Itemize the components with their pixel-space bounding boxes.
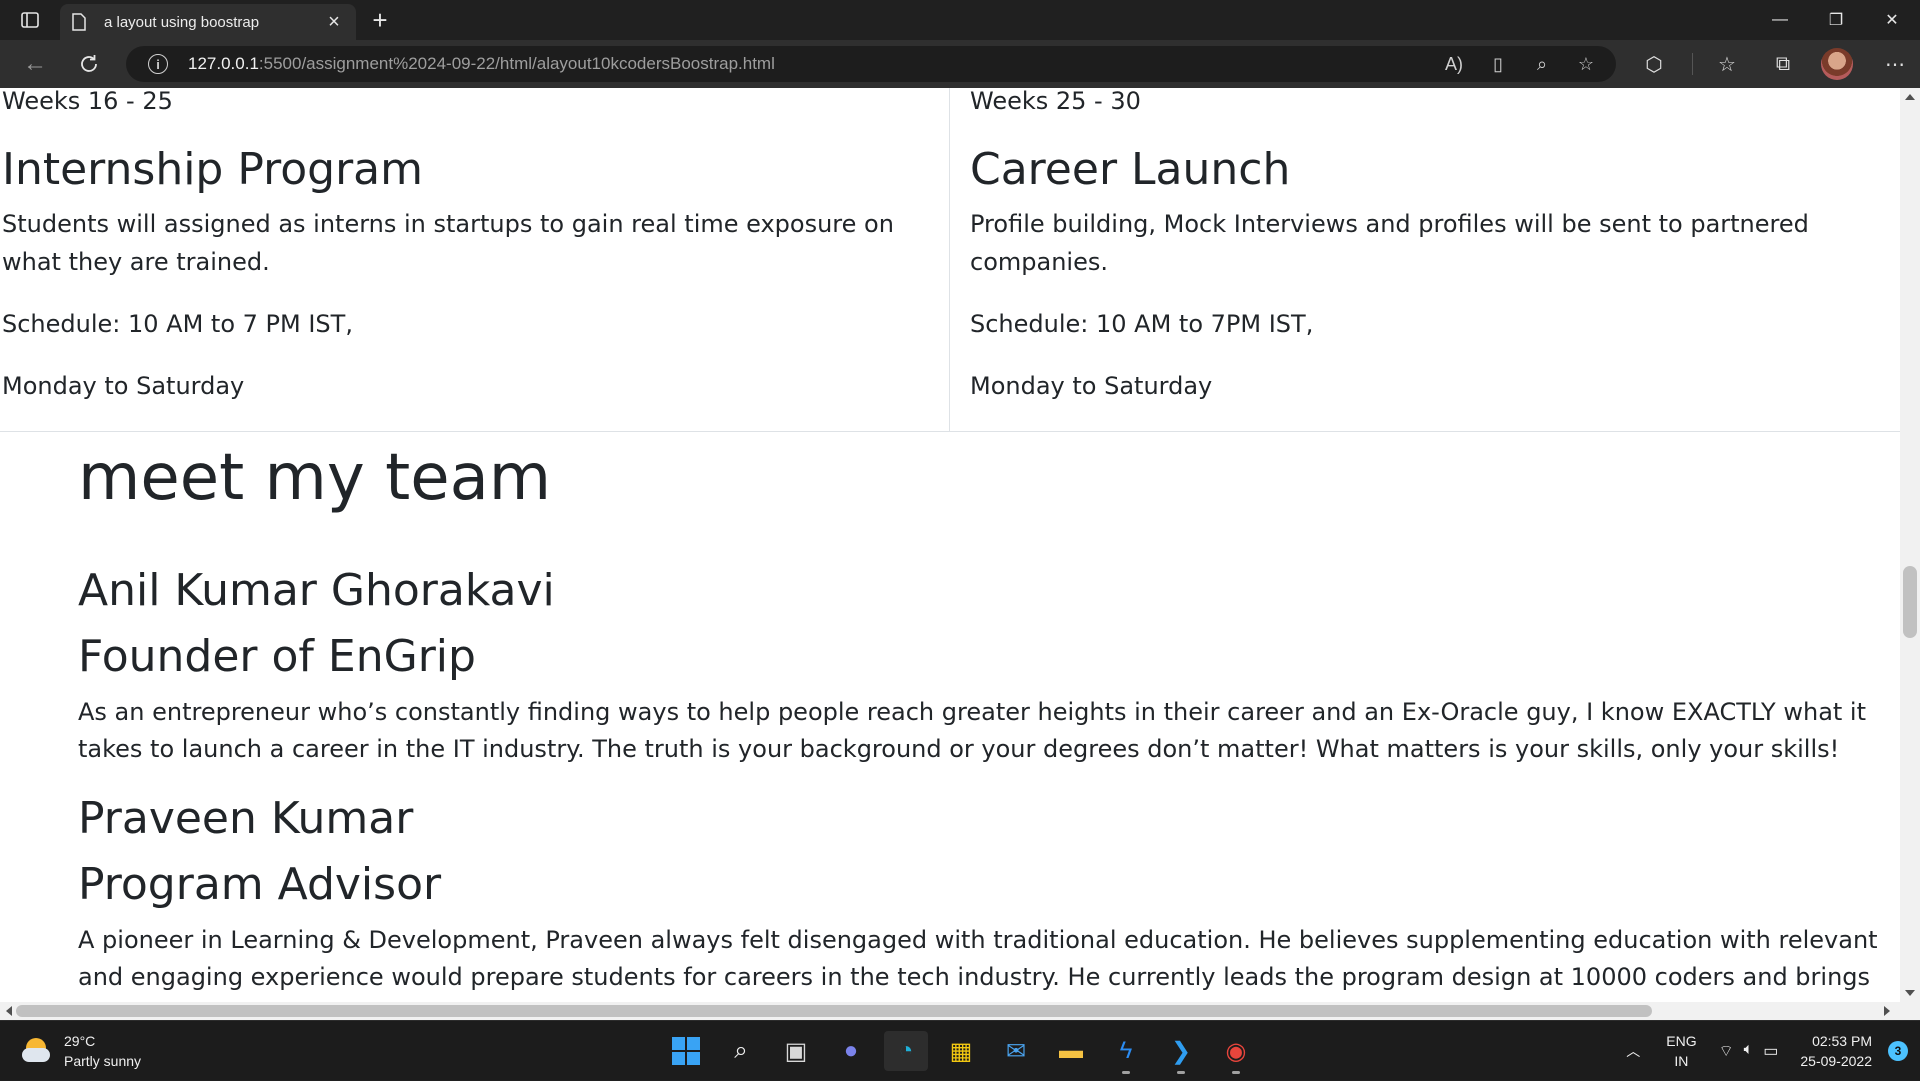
team-heading: meet my team (78, 441, 552, 515)
column-heading: Career Launch (970, 144, 1291, 195)
volume-icon: 🔈︎ (1743, 1041, 1754, 1058)
omnibox-actions: A) ▯ ⌕ ☆ (1442, 52, 1598, 76)
browser-toolbar: ⬡ ☆ ⧉ ⋯ (1636, 48, 1920, 80)
career-launch-column: Weeks 25 - 30 Career Launch Profile buil… (968, 88, 1900, 432)
restore-icon[interactable]: ❐ (1808, 0, 1864, 40)
scroll-right-arrow-icon[interactable] (1884, 1006, 1890, 1016)
partly-sunny-icon (22, 1036, 52, 1066)
weather-widget[interactable]: 29°C Partly sunny (22, 1031, 141, 1071)
start-button[interactable] (664, 1031, 708, 1071)
chrome-icon[interactable]: ◉ (1214, 1031, 1258, 1074)
site-info-icon[interactable]: i (148, 54, 168, 74)
back-arrow-icon[interactable]: ← (20, 50, 50, 78)
days-text: Monday to Saturday (2, 372, 245, 400)
member-role: Program Advisor (78, 859, 442, 910)
team-member: Praveen Kumar Program Advisor A pioneer … (78, 786, 1878, 1002)
close-window-icon[interactable]: ✕ (1864, 0, 1920, 40)
member-name: Praveen Kumar (78, 793, 414, 844)
team-section: meet my team Anil Kumar Ghorakavi Founde… (78, 440, 1878, 1002)
horizontal-scrollbar[interactable] (0, 1002, 1920, 1020)
days-text: Monday to Saturday (970, 372, 1213, 400)
close-tab-icon[interactable]: × (324, 11, 344, 33)
toolbar-divider (1692, 53, 1693, 75)
taskbar-apps: ⌕ ▣ ● ◔ ▦ ✉ ▬ ϟ ❯ ◉ (664, 1031, 1269, 1074)
favorites-icon[interactable]: ☆ (1709, 48, 1745, 80)
schedule-text: Schedule: 10 AM to 7 PM IST, (2, 310, 353, 338)
scroll-left-arrow-icon[interactable] (6, 1006, 12, 1016)
document-icon (72, 13, 90, 31)
address-toolbar: ← i 127.0.0.1:5500/assignment%2024-09-22… (0, 40, 1920, 88)
scroll-down-arrow-icon[interactable] (1905, 990, 1915, 996)
taskbar: 29°C Partly sunny ⌕ ▣ ● ◔ ▦ ✉ ▬ ϟ ❯ ◉ ︿ … (0, 1020, 1920, 1080)
tab-title: a layout using boostrap (104, 13, 260, 31)
edge-browser-icon[interactable]: ◔ (884, 1031, 928, 1071)
vscode-icon[interactable]: ❯ (1159, 1031, 1203, 1074)
system-tray: ︿ ENG IN ⌔ 🔈︎ ▭ 02:53 PM 25-09-2022 3 (1626, 1021, 1920, 1081)
weather-desc: Partly sunny (64, 1053, 142, 1069)
language-indicator[interactable]: ENG IN (1666, 1031, 1696, 1071)
column-heading: Internship Program (2, 144, 423, 195)
weeks-label: Weeks 16 - 25 (2, 88, 173, 115)
team-member: Anil Kumar Ghorakavi Founder of EnGrip A… (78, 558, 1878, 768)
language-code: ENG (1666, 1033, 1697, 1049)
windows-logo-icon (672, 1037, 700, 1065)
wifi-icon: ⌔ (1718, 1043, 1734, 1060)
notification-badge[interactable]: 3 (1888, 1041, 1908, 1061)
schedule-text: Schedule: 10 AM to 7PM IST, (970, 310, 1314, 338)
clock-time: 02:53 PM (1812, 1033, 1872, 1049)
member-bio: As an entrepreneur who’s constantly find… (78, 698, 1867, 763)
immersive-reader-icon[interactable]: ▯ (1486, 52, 1510, 76)
vertical-scroll-thumb[interactable] (1903, 566, 1917, 638)
scroll-up-arrow-icon[interactable] (1905, 94, 1915, 100)
battery-icon: ▭ (1763, 1043, 1779, 1060)
url-field[interactable]: i 127.0.0.1:5500/assignment%2024-09-22/h… (126, 46, 1616, 82)
power-automate-icon[interactable]: ϟ (1104, 1031, 1148, 1074)
program-columns: Weeks 16 - 25 Internship Program Student… (0, 88, 1900, 432)
collections-icon[interactable]: ⧉ (1765, 48, 1801, 80)
vertical-scrollbar[interactable] (1900, 88, 1920, 1002)
internship-column: Weeks 16 - 25 Internship Program Student… (0, 88, 950, 432)
read-aloud-icon[interactable]: A) (1442, 52, 1466, 76)
new-tab-button[interactable]: + (366, 5, 394, 35)
window-controls: — ❐ ✕ (1752, 0, 1920, 40)
weather-temp: 29°C (64, 1033, 96, 1049)
file-explorer-icon[interactable]: ▬ (1049, 1031, 1093, 1071)
system-status[interactable]: ⌔ 🔈︎ ▭ (1719, 1041, 1779, 1061)
horizontal-scroll-thumb[interactable] (16, 1005, 1652, 1017)
zoom-icon[interactable]: ⌕ (1530, 52, 1554, 76)
search-icon[interactable]: ⌕ (719, 1031, 763, 1071)
column-description: Profile building, Mock Interviews and pr… (970, 210, 1809, 276)
store-icon[interactable]: ▦ (939, 1031, 983, 1071)
chat-icon[interactable]: ● (829, 1031, 873, 1071)
more-menu-icon[interactable]: ⋯ (1877, 48, 1913, 80)
url-text: 127.0.0.1:5500/assignment%2024-09-22/htm… (188, 54, 775, 73)
member-bio: A pioneer in Learning & Development, Pra… (78, 926, 1878, 1002)
weeks-label: Weeks 25 - 30 (970, 88, 1141, 115)
clock-date: 25-09-2022 (1800, 1053, 1872, 1069)
clock[interactable]: 02:53 PM 25-09-2022 (1800, 1031, 1872, 1071)
member-role: Founder of EnGrip (78, 631, 476, 682)
task-view-icon[interactable]: ▣ (774, 1031, 818, 1071)
profile-avatar[interactable] (1821, 48, 1853, 80)
page-viewport: Weeks 16 - 25 Internship Program Student… (0, 88, 1900, 1002)
extensions-icon[interactable]: ⬡ (1636, 48, 1672, 80)
mail-icon[interactable]: ✉ (994, 1031, 1038, 1071)
member-name: Anil Kumar Ghorakavi (78, 565, 555, 616)
add-favorite-icon[interactable]: ☆ (1574, 52, 1598, 76)
column-description: Students will assigned as interns in sta… (2, 210, 894, 276)
minimize-icon[interactable]: — (1752, 0, 1808, 40)
tab-bar: a layout using boostrap × + — ❐ ✕ (0, 0, 1920, 40)
show-hidden-icons-icon[interactable]: ︿ (1626, 1041, 1640, 1061)
region-code: IN (1674, 1053, 1689, 1069)
tab-actions-icon[interactable] (14, 8, 46, 32)
refresh-icon[interactable] (74, 50, 104, 78)
browser-tab[interactable]: a layout using boostrap × (60, 4, 356, 40)
